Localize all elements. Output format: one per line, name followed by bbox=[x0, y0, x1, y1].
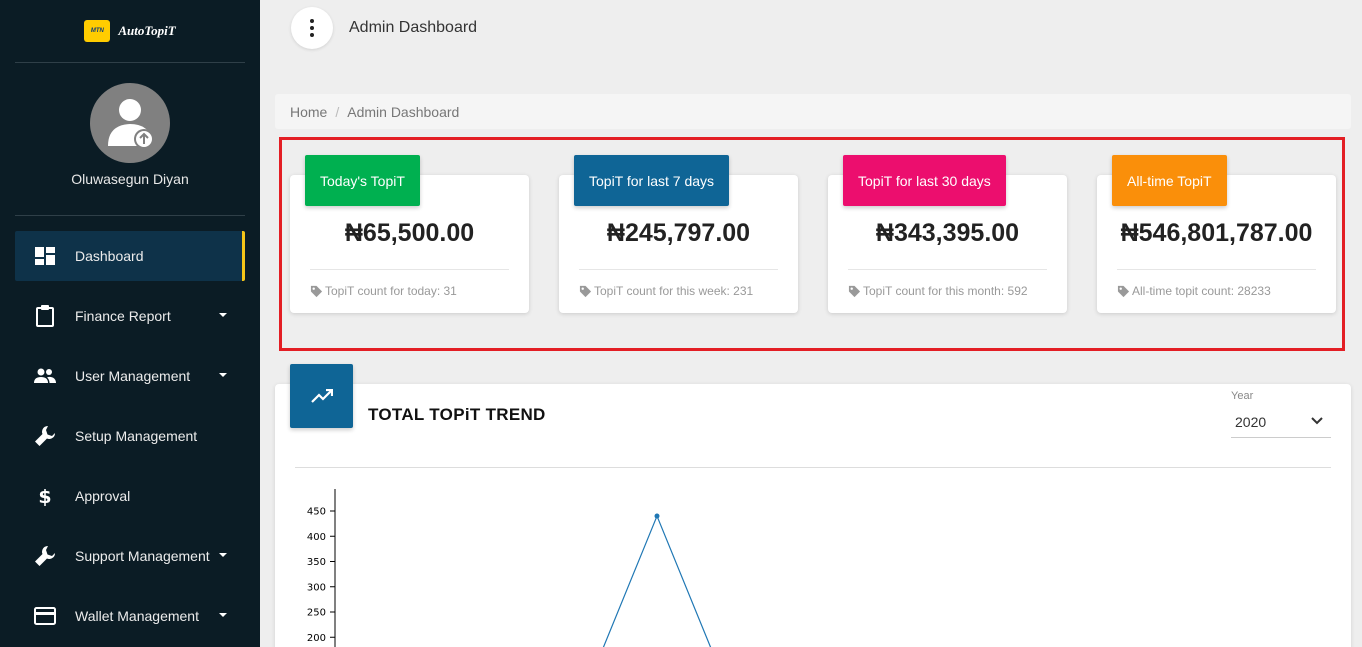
stat-divider bbox=[310, 269, 509, 270]
card-icon bbox=[34, 605, 56, 627]
sidebar-item-finance-report[interactable]: Finance Report bbox=[15, 291, 245, 341]
wrench-icon bbox=[34, 425, 56, 447]
sidebar: MTN AutoTopiT Oluwasegun Diyan Dashboard… bbox=[0, 0, 260, 647]
stat-card-all-time: All-time TopiT ₦546,801,787.00 All-time … bbox=[1097, 155, 1336, 313]
caret-down-icon bbox=[219, 313, 227, 317]
stat-value: ₦65,500.00 bbox=[344, 219, 475, 247]
stat-footer-text: TopiT count for today: 31 bbox=[325, 284, 457, 298]
sidebar-item-support-management[interactable]: Support Management bbox=[15, 531, 245, 581]
sidebar-item-label: User Management bbox=[75, 368, 191, 384]
stat-value: ₦546,801,787.00 bbox=[1120, 219, 1313, 247]
breadcrumb: Home / Admin Dashboard bbox=[275, 94, 1351, 129]
stat-footer-text: TopiT count for this month: 592 bbox=[863, 284, 1028, 298]
sidebar-item-user-management[interactable]: User Management bbox=[15, 351, 245, 401]
tag-icon bbox=[1117, 285, 1130, 297]
sidebar-item-label: Dashboard bbox=[75, 248, 144, 264]
sidebar-nav: Dashboard Finance Report User Management… bbox=[15, 231, 245, 647]
caret-down-icon bbox=[219, 553, 227, 557]
sidebar-item-label: Approval bbox=[75, 488, 131, 504]
clipboard-icon bbox=[34, 305, 56, 327]
series-line bbox=[602, 514, 712, 647]
stat-divider bbox=[1117, 269, 1316, 270]
chart-divider bbox=[295, 467, 1331, 468]
user-upload-icon bbox=[108, 99, 154, 149]
stat-footer-text: TopiT count for this week: 231 bbox=[594, 284, 754, 298]
dot bbox=[310, 19, 314, 23]
y-tick-label: 400 bbox=[307, 532, 326, 543]
brand[interactable]: MTN AutoTopiT bbox=[0, 0, 260, 62]
dollar-icon: $ bbox=[34, 485, 56, 507]
sidebar-divider bbox=[15, 62, 245, 63]
breadcrumb-separator: / bbox=[335, 103, 340, 120]
breadcrumb-home[interactable]: Home bbox=[290, 104, 327, 120]
year-select[interactable]: 2020 bbox=[1231, 407, 1331, 438]
tag-icon bbox=[579, 285, 592, 297]
sidebar-item-dashboard[interactable]: Dashboard bbox=[15, 231, 245, 281]
avatar[interactable] bbox=[90, 83, 170, 163]
dashboard-icon bbox=[34, 245, 56, 267]
trend-line-chart: 200 250 300 350 400 450 bbox=[307, 489, 712, 647]
stat-label: Today's TopiT bbox=[305, 155, 420, 206]
sidebar-item-approval[interactable]: $ Approval bbox=[15, 471, 245, 521]
stat-card-today: Today's TopiT ₦65,500.00 TopiT count for… bbox=[290, 155, 529, 313]
stat-divider bbox=[579, 269, 778, 270]
y-tick-label: 350 bbox=[307, 557, 326, 568]
page-title: Admin Dashboard bbox=[349, 19, 478, 36]
caret-down-icon bbox=[219, 613, 227, 617]
y-tick-label: 450 bbox=[307, 507, 326, 518]
user-name: Oluwasegun Diyan bbox=[71, 171, 189, 187]
brand-name: AutoTopiT bbox=[118, 23, 176, 38]
y-tick-label: 250 bbox=[307, 608, 326, 619]
more-menu-button[interactable] bbox=[291, 7, 333, 49]
data-point bbox=[654, 513, 660, 519]
stat-card-week: TopiT for last 7 days ₦245,797.00 TopiT … bbox=[559, 155, 798, 313]
sidebar-item-label: Wallet Management bbox=[75, 608, 199, 624]
dot bbox=[310, 33, 314, 37]
chart-header-icon-box bbox=[290, 364, 353, 428]
stat-card-month: TopiT for last 30 days ₦343,395.00 TopiT… bbox=[828, 155, 1067, 313]
stat-label: All-time TopiT bbox=[1112, 155, 1227, 206]
wrench-icon bbox=[34, 545, 56, 567]
mtn-logo: MTN bbox=[84, 20, 111, 42]
people-icon bbox=[34, 365, 56, 387]
stat-footer: TopiT count for this month: 592 bbox=[848, 284, 1028, 298]
sidebar-item-label: Support Management bbox=[75, 548, 210, 564]
sidebar-item-wallet-management[interactable]: Wallet Management bbox=[15, 591, 245, 641]
stat-label: TopiT for last 30 days bbox=[843, 155, 1006, 206]
tag-icon bbox=[310, 285, 323, 297]
trending-up-icon bbox=[310, 389, 333, 403]
stat-footer-text: All-time topit count: 28233 bbox=[1132, 284, 1271, 298]
y-tick-label: 200 bbox=[307, 633, 326, 644]
caret-down-icon bbox=[219, 373, 227, 377]
chevron-down-icon bbox=[1311, 417, 1323, 425]
stat-footer: All-time topit count: 28233 bbox=[1117, 284, 1271, 298]
sidebar-item-label: Setup Management bbox=[75, 428, 198, 444]
sidebar-item-setup-management[interactable]: Setup Management bbox=[15, 411, 245, 461]
svg-text:$: $ bbox=[38, 486, 51, 507]
stat-value: ₦343,395.00 bbox=[875, 219, 1020, 247]
tag-icon bbox=[848, 285, 861, 297]
y-tick-label: 300 bbox=[307, 582, 326, 593]
dot bbox=[310, 26, 314, 30]
stat-footer: TopiT count for today: 31 bbox=[310, 284, 457, 298]
stat-divider bbox=[848, 269, 1047, 270]
stat-label: TopiT for last 7 days bbox=[574, 155, 730, 206]
breadcrumb-current: Admin Dashboard bbox=[347, 103, 460, 120]
sidebar-divider bbox=[15, 215, 245, 216]
sidebar-item-label: Finance Report bbox=[75, 308, 171, 324]
year-value: 2020 bbox=[1235, 414, 1267, 430]
stat-footer: TopiT count for this week: 231 bbox=[579, 284, 753, 298]
year-label: Year bbox=[1231, 390, 1254, 402]
chart-title: TOTAL TOPiT TREND bbox=[368, 405, 546, 424]
stat-value: ₦245,797.00 bbox=[606, 219, 751, 247]
